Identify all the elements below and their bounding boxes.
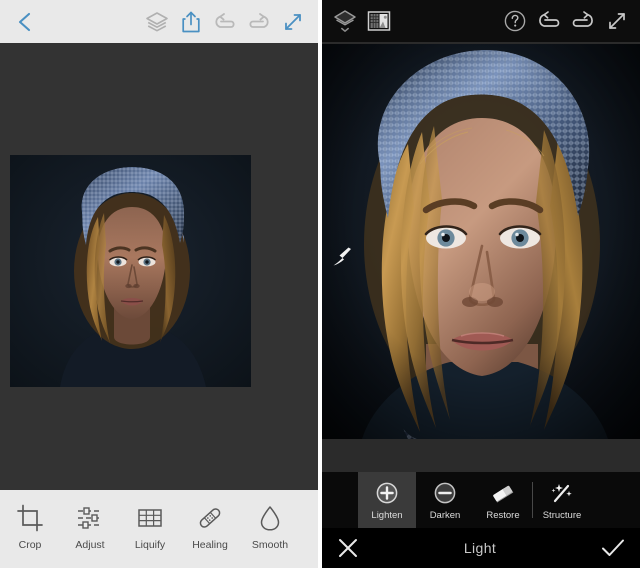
- back-button[interactable]: [8, 5, 42, 39]
- portrait-photo-small: [10, 155, 251, 387]
- droplet-icon: [260, 506, 280, 531]
- panel-before-edit: Crop Adjust Liquify Healing Smooth: [0, 0, 318, 568]
- modes-leading-spacer: [322, 472, 358, 528]
- redo-icon: [249, 12, 269, 28]
- left-top-toolbar: [0, 0, 318, 43]
- mode-lighten[interactable]: Lighten: [358, 472, 416, 528]
- right-canvas[interactable]: [322, 42, 640, 472]
- undo-icon: [539, 11, 560, 27]
- check-icon: [601, 539, 624, 556]
- tool-label: Crop: [18, 539, 42, 551]
- droplet-icon-wrap: [256, 502, 284, 534]
- expand-arrows-icon: [285, 13, 301, 30]
- mode-darken[interactable]: Darken: [416, 472, 474, 528]
- wand-sparkle-icon-wrap: [549, 480, 575, 506]
- tool-adjust[interactable]: Adjust: [60, 490, 120, 551]
- dual-screenshot-container: Crop Adjust Liquify Healing Smooth Light…: [0, 0, 640, 568]
- contrast-circle-icon-wrap: [316, 502, 318, 534]
- tool-label: Liquify: [134, 539, 166, 551]
- tool-liquify[interactable]: Liquify: [120, 490, 180, 551]
- mode-structure[interactable]: Structure: [533, 472, 591, 528]
- compare-button[interactable]: [362, 4, 396, 38]
- wand-sparkle-icon: [551, 483, 572, 502]
- tool-label: Smooth: [251, 539, 289, 551]
- portrait-photo-zoom: [322, 44, 640, 439]
- cancel-button[interactable]: [336, 536, 360, 560]
- confirm-bar: Light: [322, 528, 640, 568]
- left-tools-bar: Crop Adjust Liquify Healing Smooth: [0, 490, 318, 568]
- layers-button[interactable]: [328, 4, 362, 38]
- photo-edited[interactable]: [322, 44, 640, 439]
- mode-label: Structure: [542, 509, 582, 521]
- plus-circle-icon-wrap: [375, 480, 399, 506]
- light-modes-row: Lighten Darken Restore Structure: [322, 472, 640, 528]
- grid-icon-wrap: [136, 502, 164, 534]
- sliders-icon-wrap: [76, 502, 104, 534]
- fullscreen-button[interactable]: [276, 5, 310, 39]
- left-canvas[interactable]: [0, 43, 318, 490]
- mode-label: Darken: [429, 509, 461, 521]
- share-button[interactable]: [174, 5, 208, 39]
- undo-button[interactable]: [532, 4, 566, 38]
- expand-arrows-icon: [609, 13, 625, 29]
- close-icon: [339, 539, 357, 557]
- eraser-icon-wrap: [490, 480, 516, 506]
- before-after-icon: [367, 11, 391, 31]
- fullscreen-button[interactable]: [600, 4, 634, 38]
- tool-light[interactable]: Light: [300, 490, 318, 551]
- mode-restore[interactable]: Restore: [474, 472, 532, 528]
- confirm-title: Light: [463, 540, 497, 556]
- minus-circle-icon: [434, 482, 456, 503]
- tool-crop[interactable]: Crop: [0, 490, 60, 551]
- chevron-left-icon: [18, 12, 31, 31]
- redo-button[interactable]: [566, 4, 600, 38]
- contrast-circle-icon: [316, 504, 318, 532]
- minus-circle-icon-wrap: [433, 480, 457, 506]
- tool-label: Adjust: [75, 539, 105, 551]
- help-button[interactable]: [498, 4, 532, 38]
- grid-icon: [138, 509, 162, 527]
- layers-button[interactable]: [140, 5, 174, 39]
- crop-icon-wrap: [16, 502, 44, 534]
- bandage-icon: [199, 508, 221, 528]
- redo-icon: [572, 11, 593, 27]
- redo-button[interactable]: [242, 5, 276, 39]
- question-circle-icon: [504, 10, 526, 32]
- mode-label: Lighten: [371, 509, 403, 521]
- eraser-icon: [493, 485, 514, 503]
- mode-label: Restore: [486, 509, 520, 521]
- bandage-icon-wrap: [196, 502, 224, 534]
- undo-icon: [215, 12, 235, 28]
- layers-chevron-icon: [334, 10, 356, 32]
- sliders-icon: [78, 507, 102, 529]
- panel-light-tool: Lighten Darken Restore Structure Light: [322, 0, 640, 568]
- photo-before[interactable]: [10, 155, 251, 387]
- apply-button[interactable]: [600, 536, 626, 560]
- tool-healing[interactable]: Healing: [180, 490, 240, 551]
- tool-label: Healing: [192, 539, 228, 551]
- undo-button[interactable]: [208, 5, 242, 39]
- layers-icon: [146, 11, 168, 32]
- crop-icon: [17, 504, 43, 532]
- tool-smooth[interactable]: Smooth: [240, 490, 300, 551]
- plus-circle-icon: [376, 482, 398, 503]
- right-top-toolbar: [322, 0, 640, 42]
- share-icon: [182, 11, 200, 32]
